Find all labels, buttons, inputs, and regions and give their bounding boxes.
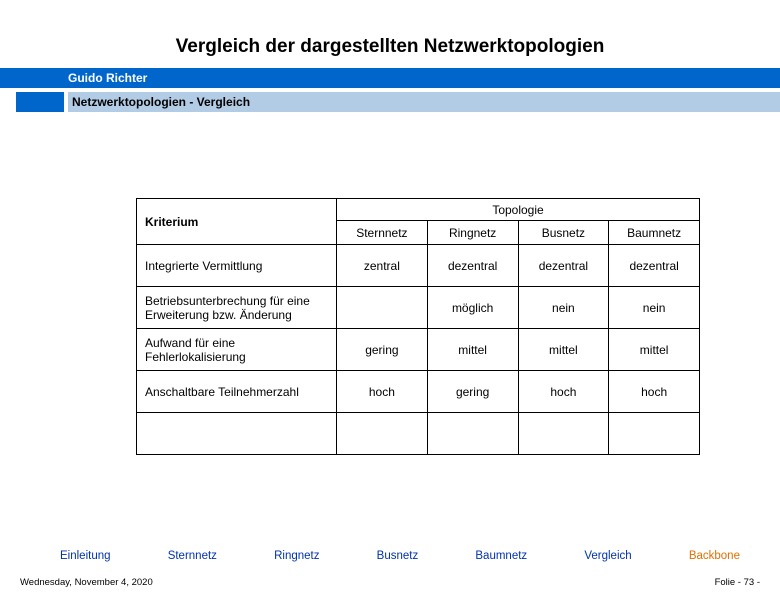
cell <box>427 413 518 455</box>
cell: dezentral <box>518 245 609 287</box>
cell: zentral <box>337 245 428 287</box>
footer-page: Folie - 73 - <box>715 577 760 588</box>
header-topologie: Topologie <box>337 199 700 221</box>
comparison-table-wrap: Kriterium Topologie Sternnetz Ringnetz B… <box>136 198 700 455</box>
cell: hoch <box>609 371 700 413</box>
table-row: Aufwand für eine Fehlerlokalisierung ger… <box>137 329 700 371</box>
col-ringnetz: Ringnetz <box>427 221 518 245</box>
cell: gering <box>337 329 428 371</box>
cell: dezentral <box>609 245 700 287</box>
nav-busnetz[interactable]: Busnetz <box>377 550 419 562</box>
col-sternnetz: Sternnetz <box>337 221 428 245</box>
footer-page-suffix: - <box>754 577 760 588</box>
table-header-row-1: Kriterium Topologie <box>137 199 700 221</box>
row-label: Anschaltbare Teilnehmerzahl <box>137 371 337 413</box>
page-title: Vergleich der dargestellten Netzwerktopo… <box>0 36 780 58</box>
nav-einleitung[interactable]: Einleitung <box>60 550 111 562</box>
breadcrumb: Netzwerktopologien - Vergleich <box>68 92 780 112</box>
cell <box>337 413 428 455</box>
cell: mittel <box>518 329 609 371</box>
nav-baumnetz[interactable]: Baumnetz <box>475 550 527 562</box>
breadcrumb-square-icon <box>16 92 64 112</box>
col-busnetz: Busnetz <box>518 221 609 245</box>
comparison-table: Kriterium Topologie Sternnetz Ringnetz B… <box>136 198 700 455</box>
cell <box>337 287 428 329</box>
header-kriterium: Kriterium <box>137 199 337 245</box>
nav-vergleich[interactable]: Vergleich <box>584 550 631 562</box>
cell: gering <box>427 371 518 413</box>
footer-page-num: 73 <box>744 577 755 588</box>
table-row: Anschaltbare Teilnehmerzahl hoch gering … <box>137 371 700 413</box>
cell: hoch <box>518 371 609 413</box>
col-baumnetz: Baumnetz <box>609 221 700 245</box>
breadcrumb-text: Netzwerktopologien - Vergleich <box>72 95 250 109</box>
row-label: Aufwand für eine Fehlerlokalisierung <box>137 329 337 371</box>
breadcrumb-row: Netzwerktopologien - Vergleich <box>0 92 780 112</box>
author-bar: Guido Richter <box>0 68 780 88</box>
row-label: Betriebsunterbrechung für eine Erweiteru… <box>137 287 337 329</box>
nav-sternnetz[interactable]: Sternnetz <box>168 550 217 562</box>
cell <box>609 413 700 455</box>
cell: mittel <box>427 329 518 371</box>
cell <box>518 413 609 455</box>
cell: möglich <box>427 287 518 329</box>
nav-ringnetz[interactable]: Ringnetz <box>274 550 319 562</box>
row-label: Integrierte Vermittlung <box>137 245 337 287</box>
slide-header: Guido Richter Netzwerktopologien - Vergl… <box>0 68 780 112</box>
cell: hoch <box>337 371 428 413</box>
cell: mittel <box>609 329 700 371</box>
table-row: Betriebsunterbrechung für eine Erweiteru… <box>137 287 700 329</box>
footer-date: Wednesday, November 4, 2020 <box>20 577 153 588</box>
table-row: Integrierte Vermittlung zentral dezentra… <box>137 245 700 287</box>
footer-page-prefix: Folie - <box>715 577 744 588</box>
cell: nein <box>609 287 700 329</box>
nav-backbone[interactable]: Backbone <box>689 550 740 562</box>
cell: dezentral <box>427 245 518 287</box>
cell: nein <box>518 287 609 329</box>
cell <box>137 413 337 455</box>
author-name: Guido Richter <box>68 71 147 85</box>
slide-nav: Einleitung Sternnetz Ringnetz Busnetz Ba… <box>60 550 740 562</box>
table-row-empty <box>137 413 700 455</box>
